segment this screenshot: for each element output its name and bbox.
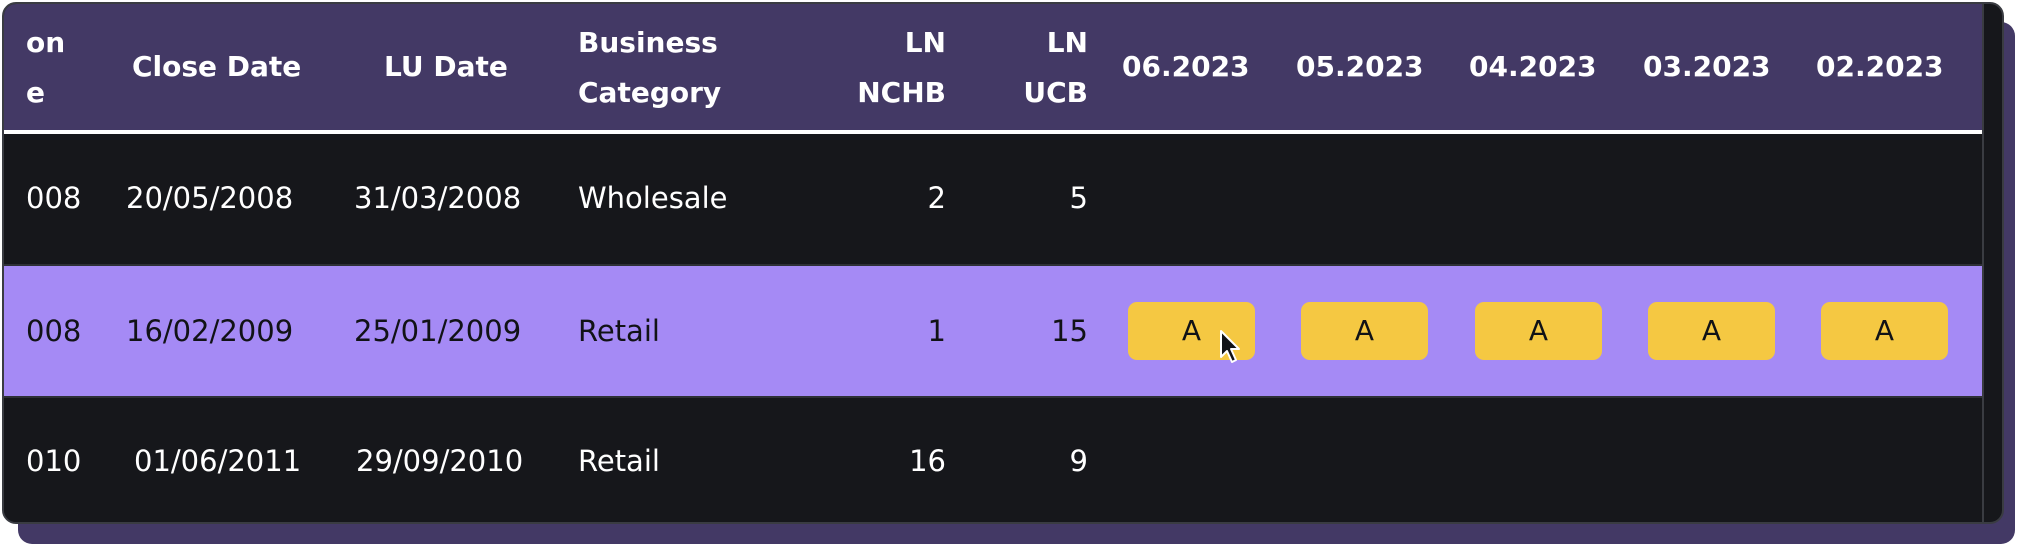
cell-close-date: 20/05/2008 [126,181,294,215]
column-header-month-3[interactable]: 04.2023 [1469,42,1597,92]
cell-ln-nchb: 1 [927,314,946,348]
cell-lu-date: 31/03/2008 [354,181,522,215]
mouse-pointer-icon [1220,330,1240,363]
cell-close-date: 16/02/2009 [126,314,294,348]
cell-partial-date: 010 [26,444,82,478]
cell-close-date: 01/06/2011 [134,444,302,478]
column-header-partial-line1[interactable]: on [26,18,65,68]
table-row[interactable]: 010 01/06/2011 29/09/2010 Retail 16 9 [4,398,1982,522]
column-header-close-date[interactable]: Close Date [132,42,301,92]
cell-ln-ucb: 9 [1069,444,1088,478]
cell-ln-ucb: 15 [1051,314,1088,348]
table-row-highlighted[interactable]: 008 16/02/2009 25/01/2009 Retail 1 15 A … [4,266,1982,396]
table-header: on e Close Date LU Date Business Categor… [4,4,1982,134]
cell-ln-ucb: 5 [1069,181,1088,215]
cell-ln-nchb: 16 [909,444,946,478]
column-header-ln-ucb-line2[interactable]: UCB [998,68,1088,118]
column-header-month-4[interactable]: 03.2023 [1643,42,1771,92]
column-header-ln-nchb-line1[interactable]: LN [856,18,946,68]
cell-lu-date: 29/09/2010 [356,444,524,478]
table-row[interactable]: 008 20/05/2008 31/03/2008 Wholesale 2 5 [4,134,1982,266]
column-header-business-category-line2[interactable]: Category [578,68,721,118]
column-header-partial-line2[interactable]: e [26,68,45,118]
cell-ln-nchb: 2 [927,181,946,215]
cell-business-category: Retail [578,314,660,348]
cell-business-category: Wholesale [578,181,728,215]
data-table-card: on e Close Date LU Date Business Categor… [2,2,2004,524]
cell-business-category: Retail [578,444,660,478]
status-badge-month-2[interactable]: A [1301,302,1428,360]
status-badge-month-4[interactable]: A [1648,302,1775,360]
column-header-month-1[interactable]: 06.2023 [1122,42,1250,92]
status-badge-month-5[interactable]: A [1821,302,1948,360]
column-header-ln-nchb-line2[interactable]: NCHB [856,68,946,118]
scrollbar-track[interactable] [1982,4,1984,522]
column-header-month-2[interactable]: 05.2023 [1296,42,1424,92]
cell-partial-date: 008 [26,181,82,215]
cell-partial-date: 008 [26,314,82,348]
column-header-month-5[interactable]: 02.2023 [1816,42,1944,92]
cell-lu-date: 25/01/2009 [354,314,522,348]
status-badge-month-3[interactable]: A [1475,302,1602,360]
column-header-ln-ucb-line1[interactable]: LN [998,18,1088,68]
column-header-business-category-line1[interactable]: Business [578,18,718,68]
column-header-lu-date[interactable]: LU Date [384,42,508,92]
